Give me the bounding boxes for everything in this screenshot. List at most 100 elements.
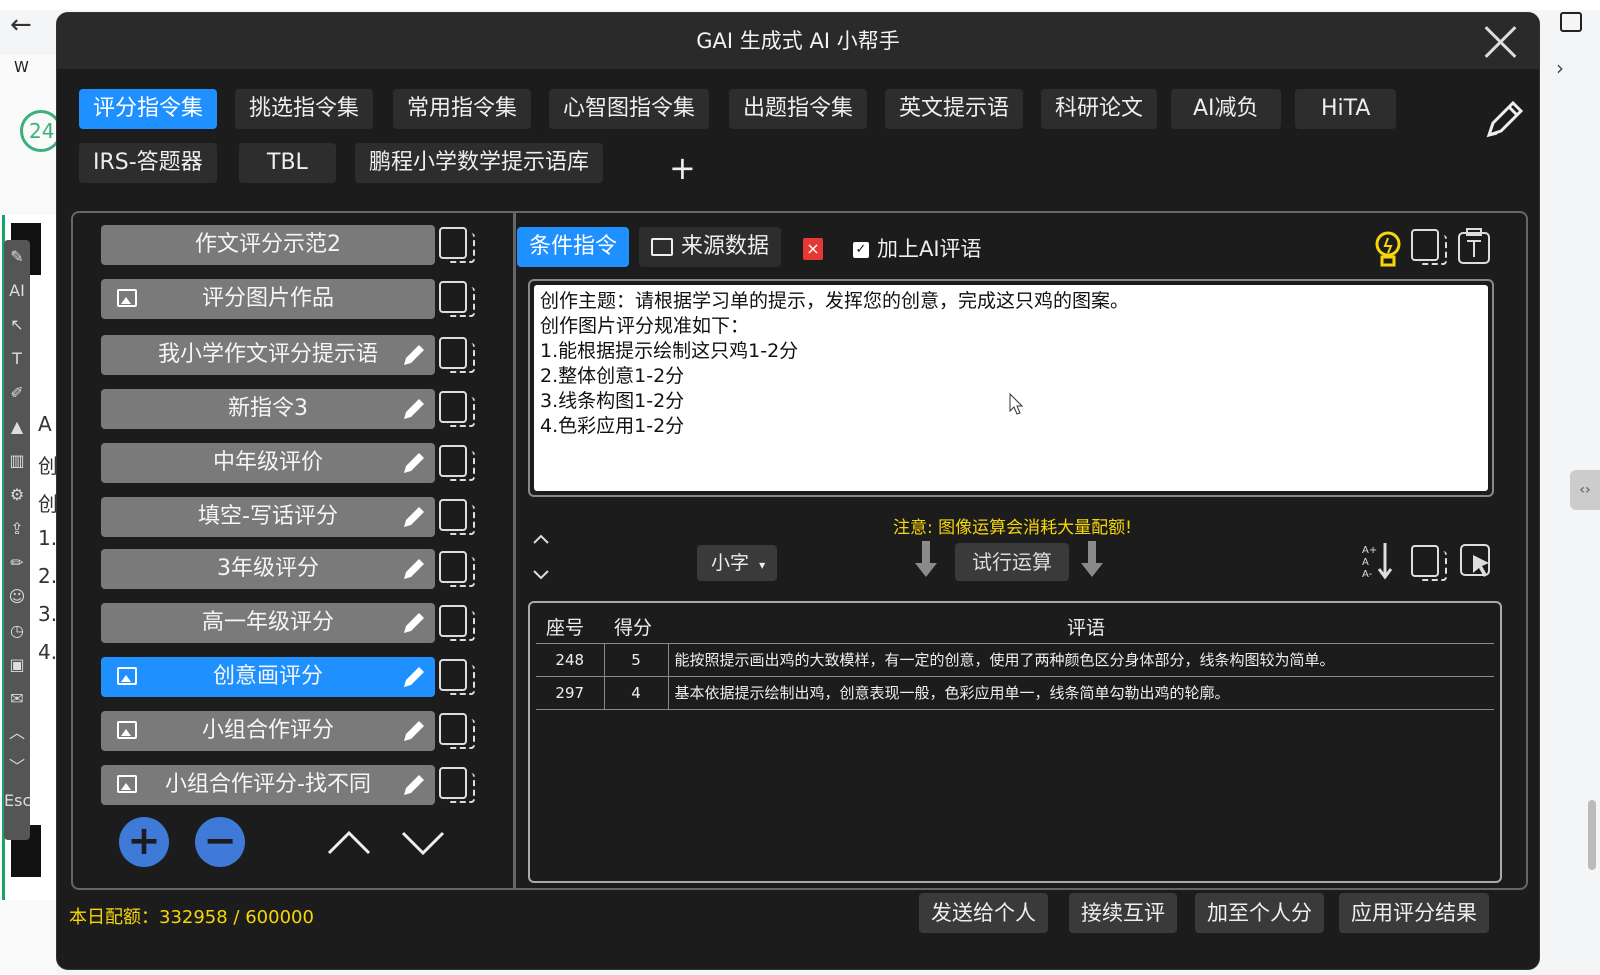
tab-scoring[interactable]: 评分指令集 xyxy=(79,89,218,129)
background-side-letter: A xyxy=(38,412,52,436)
remove-command-button[interactable]: − xyxy=(195,817,245,867)
command-item[interactable]: 3年级评分 xyxy=(101,549,435,589)
tab-mindmap[interactable]: 心智图指令集 xyxy=(549,89,710,129)
move-up-icon[interactable] xyxy=(327,827,371,857)
tab-questions[interactable]: 出题指令集 xyxy=(729,89,868,129)
stamp-icon[interactable]: ▲ xyxy=(4,410,30,444)
text-format-icon[interactable] xyxy=(1457,227,1491,265)
send-to-individual-button[interactable]: 发送给个人 xyxy=(919,893,1048,933)
tab-condition-command[interactable]: 条件指令 xyxy=(517,227,630,267)
pencil-icon[interactable] xyxy=(401,450,427,476)
pencil-icon[interactable] xyxy=(401,396,427,422)
prompt-text[interactable]: 创作主题：请根据学习单的提示，发挥您的创意，完成这只鸡的图案。 创作图片评分规准… xyxy=(534,285,1488,491)
copy-icon[interactable] xyxy=(1411,545,1447,581)
pencil-icon[interactable]: ✐ xyxy=(4,376,30,410)
command-label: 新指令3 xyxy=(228,396,308,421)
sort-font-icon[interactable]: A+ A A- xyxy=(1361,541,1395,581)
command-item[interactable]: 小组合作评分 xyxy=(101,711,435,751)
background-side-letter: 2. xyxy=(38,564,58,588)
user-icon[interactable]: ☺ xyxy=(4,580,30,614)
trial-run-button[interactable]: 试行运算 xyxy=(955,543,1069,581)
trash-icon[interactable]: ▥ xyxy=(4,444,30,478)
pencil-icon[interactable] xyxy=(401,504,427,530)
dialog-title: GAI 生成式 AI 小帮手 xyxy=(57,13,1539,69)
command-item[interactable]: 中年级评价 xyxy=(101,443,435,483)
tab-pengcheng-math[interactable]: 鹏程小学数学提示语库 xyxy=(355,143,604,183)
comment-cell: 基本依据提示绘制出鸡，创意表现一般，色彩应用单一，线条简单勾勒出鸡的轮廓。 xyxy=(668,676,1494,710)
chevron-up-icon[interactable] xyxy=(533,533,549,545)
text-tool-icon[interactable]: T xyxy=(4,342,30,376)
command-item[interactable]: 填空-写话评分 xyxy=(101,497,435,537)
exit-icon[interactable] xyxy=(1560,12,1582,32)
copy-icon[interactable] xyxy=(439,281,475,317)
settings-icon[interactable]: ⚙ xyxy=(4,478,30,512)
table-row[interactable]: 248 5 能按照提示画出鸡的大致模样，有一定的创意，使用了两种颜色区分身体部分… xyxy=(536,643,1494,677)
up-icon[interactable]: ︿ xyxy=(4,716,30,750)
export-select-icon[interactable] xyxy=(1459,543,1495,581)
image-icon[interactable]: ▣ xyxy=(4,648,30,682)
background-side-letter: 创 xyxy=(38,492,58,516)
command-item[interactable]: 高一年级评分 xyxy=(101,603,435,643)
edit-tabs-icon[interactable] xyxy=(1483,97,1527,141)
command-item[interactable]: 小组合作评分-找不同 xyxy=(101,765,435,805)
tab-common[interactable]: 常用指令集 xyxy=(393,89,532,129)
tab-tbl[interactable]: TBL xyxy=(239,143,336,183)
ai-comment-checkbox[interactable]: ✓ xyxy=(853,242,869,258)
add-command-button[interactable]: + xyxy=(119,817,169,867)
table-row[interactable]: 297 4 基本依据提示绘制出鸡，创意表现一般，色彩应用单一，线条简单勾勒出鸡的… xyxy=(536,676,1494,710)
tab-english[interactable]: 英文提示语 xyxy=(885,89,1024,129)
tab-hita[interactable]: HiTA xyxy=(1295,89,1397,129)
pointer-icon[interactable]: ↖ xyxy=(4,308,30,342)
apply-score-results-button[interactable]: 应用评分结果 xyxy=(1339,893,1489,933)
tab-research[interactable]: 科研论文 xyxy=(1041,89,1158,129)
copy-icon[interactable] xyxy=(439,767,475,803)
command-item[interactable]: 作文评分示范2 xyxy=(101,225,435,265)
down-icon[interactable]: ﹀ xyxy=(4,750,30,784)
pen-icon[interactable]: ✎ xyxy=(4,240,30,274)
scrollbar[interactable] xyxy=(1588,800,1596,870)
copy-icon[interactable] xyxy=(439,713,475,749)
copy-icon[interactable] xyxy=(439,445,475,481)
timer-icon[interactable]: ◷ xyxy=(4,614,30,648)
copy-icon[interactable] xyxy=(439,605,475,641)
add-tab-button[interactable]: + xyxy=(669,149,696,187)
pencil-icon[interactable] xyxy=(401,664,427,690)
pencil-icon[interactable] xyxy=(401,342,427,368)
pencil-icon[interactable] xyxy=(401,556,427,582)
pencil-icon[interactable] xyxy=(401,772,427,798)
esc-icon[interactable]: Esc xyxy=(4,784,31,818)
mail-icon[interactable]: ✉ xyxy=(4,682,30,716)
command-item[interactable]: 我小学作文评分提示语 xyxy=(101,335,435,375)
font-size-select[interactable]: 小字 ▾ xyxy=(697,545,777,581)
chevron-right-icon[interactable]: › xyxy=(1556,56,1564,80)
tab-selection[interactable]: 挑选指令集 xyxy=(235,89,374,129)
copy-icon[interactable] xyxy=(439,391,475,427)
continue-peer-review-button[interactable]: 接续互评 xyxy=(1069,893,1177,933)
command-item[interactable]: 评分图片作品 xyxy=(101,279,435,319)
tab-source-data[interactable]: 来源数据 xyxy=(639,227,782,267)
command-item[interactable]: 新指令3 xyxy=(101,389,435,429)
add-personal-score-button[interactable]: 加至个人分 xyxy=(1195,893,1324,933)
copy-icon[interactable] xyxy=(439,337,475,373)
pencil-icon[interactable] xyxy=(401,610,427,636)
copy-icon[interactable] xyxy=(1411,229,1447,265)
copy-icon[interactable] xyxy=(439,659,475,695)
move-down-icon[interactable] xyxy=(401,827,445,857)
remove-source-icon[interactable]: × xyxy=(803,238,823,260)
code-toggle-icon[interactable]: ‹› xyxy=(1570,470,1600,510)
copy-icon[interactable] xyxy=(439,499,475,535)
back-arrow-icon[interactable]: ← xyxy=(10,10,32,40)
command-item-selected[interactable]: 创意画评分 xyxy=(101,657,435,697)
highlighter-icon[interactable]: ✏ xyxy=(4,546,30,580)
prompt-editor[interactable]: 创作主题：请根据学习单的提示，发挥您的创意，完成这只鸡的图案。 创作图片评分规准… xyxy=(528,279,1494,497)
close-icon[interactable] xyxy=(1481,21,1521,61)
copy-icon[interactable] xyxy=(439,227,475,263)
copy-icon[interactable] xyxy=(439,551,475,587)
tab-irs[interactable]: IRS-答题器 xyxy=(79,143,217,183)
chevron-down-icon[interactable] xyxy=(533,569,549,581)
lightbulb-icon[interactable] xyxy=(1373,231,1403,269)
ai-icon[interactable]: AI xyxy=(4,274,30,308)
share-icon[interactable]: ⇪ xyxy=(4,512,30,546)
tab-ai-reduce[interactable]: AI减负 xyxy=(1171,89,1281,129)
pencil-icon[interactable] xyxy=(401,718,427,744)
